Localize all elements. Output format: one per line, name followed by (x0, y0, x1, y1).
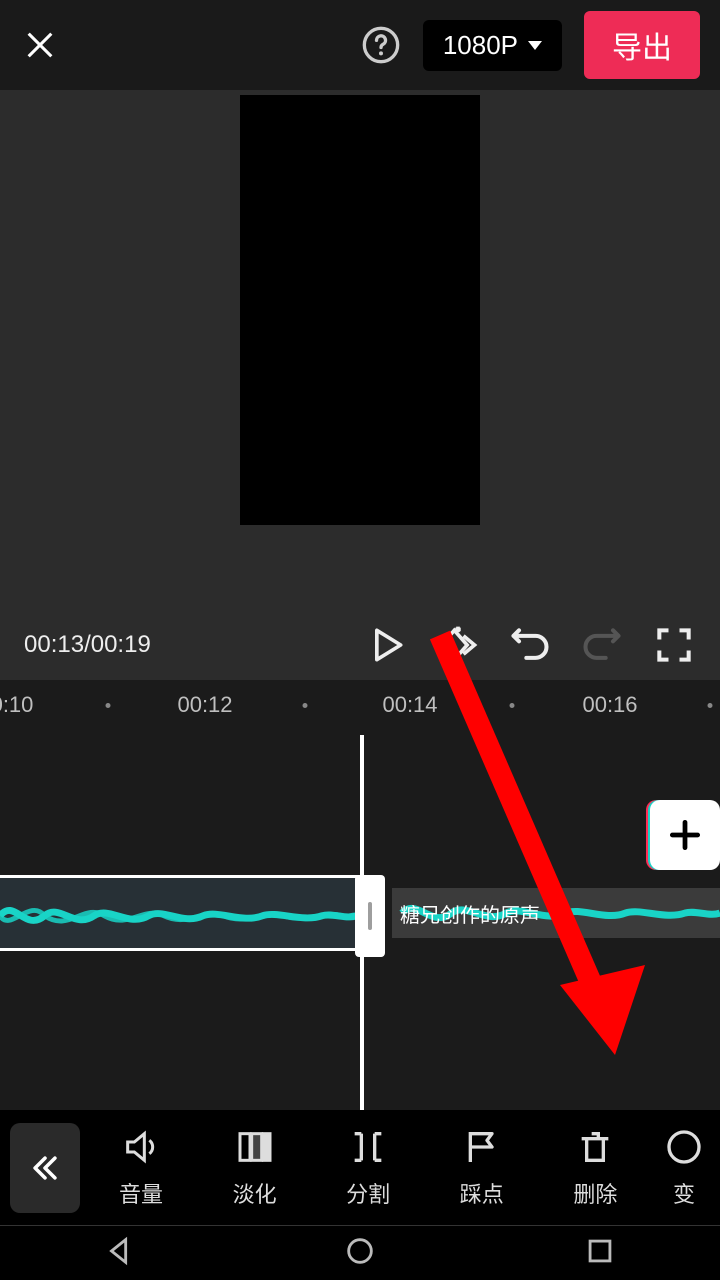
add-clip-button[interactable] (650, 800, 720, 870)
time-current: 00:13 (24, 631, 84, 658)
undo-button[interactable] (508, 623, 552, 667)
split-icon (348, 1127, 388, 1167)
nav-home-button[interactable] (343, 1234, 377, 1273)
tool-label: 踩点 (460, 1177, 504, 1209)
tool-split[interactable]: 分割 (323, 1127, 413, 1209)
tool-beat[interactable]: 踩点 (437, 1127, 527, 1209)
waveform-icon (0, 878, 357, 953)
tool-label: 音量 (119, 1177, 163, 1209)
time-display: 00:13/00:19 (24, 631, 336, 659)
tool-label: 变 (673, 1177, 695, 1209)
redo-button[interactable] (580, 623, 624, 667)
handle-grip-icon (368, 902, 372, 930)
help-button[interactable] (361, 25, 401, 65)
nav-recent-button[interactable] (583, 1234, 617, 1273)
keyframe-icon (436, 623, 480, 667)
fade-icon (235, 1127, 275, 1167)
play-button[interactable] (364, 623, 408, 667)
time-total: 00:19 (91, 631, 151, 658)
nav-home-icon (343, 1234, 377, 1268)
nav-back-button[interactable] (103, 1234, 137, 1273)
export-button[interactable]: 导出 (584, 11, 700, 79)
close-button[interactable] (20, 25, 60, 65)
plus-icon (666, 816, 704, 854)
player-controls: 00:13/00:19 (0, 610, 720, 680)
resolution-value: 1080P (443, 30, 518, 61)
tool-list: 音量 淡化 分割 (90, 1127, 710, 1209)
top-bar: 1080P 导出 (0, 0, 720, 90)
tool-label: 分割 (346, 1177, 390, 1209)
timeline[interactable]: 0:10 00:12 00:14 00:16 糖兄创作的原声 (0, 680, 720, 1110)
keyframe-button[interactable] (436, 623, 480, 667)
nav-recent-icon (583, 1234, 617, 1268)
fullscreen-icon (652, 623, 696, 667)
ruler-tick: 00:14 (382, 692, 437, 718)
nav-back-icon (103, 1234, 137, 1268)
video-preview-area (0, 90, 720, 610)
ruler-dot (708, 703, 713, 708)
ruler-dot (106, 703, 111, 708)
volume-icon (121, 1127, 161, 1167)
ruler-tick: 0:10 (0, 692, 33, 718)
flag-icon (462, 1127, 502, 1167)
tool-label: 淡化 (233, 1177, 277, 1209)
trash-icon (575, 1127, 615, 1167)
android-nav-bar (0, 1225, 720, 1280)
play-icon (364, 623, 408, 667)
help-icon (361, 25, 401, 65)
video-preview[interactable] (240, 95, 480, 525)
redo-icon (580, 623, 624, 667)
ruler-dot (510, 703, 515, 708)
tool-label: 删除 (573, 1177, 617, 1209)
timeline-ruler: 0:10 00:12 00:14 00:16 (0, 680, 720, 730)
chevron-down-icon (528, 41, 542, 50)
tool-delete[interactable]: 删除 (550, 1127, 640, 1209)
tool-change[interactable]: 变 (664, 1127, 704, 1209)
tool-volume[interactable]: 音量 (96, 1127, 186, 1209)
export-label: 导出 (612, 32, 672, 65)
tool-strip: 音量 淡化 分割 (0, 1110, 720, 1225)
audio-clip-selected[interactable] (0, 875, 360, 951)
chevrons-left-icon (28, 1151, 62, 1185)
top-bar-right: 1080P 导出 (361, 11, 700, 79)
ruler-dot (303, 703, 308, 708)
tool-fade[interactable]: 淡化 (210, 1127, 300, 1209)
audio-clip-next[interactable]: 糖兄创作的原声 (392, 888, 720, 938)
ruler-tick: 00:16 (582, 692, 637, 718)
resolution-select[interactable]: 1080P (423, 20, 562, 71)
undo-icon (508, 623, 552, 667)
ruler-tick: 00:12 (177, 692, 232, 718)
fullscreen-button[interactable] (652, 623, 696, 667)
adjust-icon (664, 1127, 704, 1167)
tools-back-button[interactable] (10, 1123, 80, 1213)
timeline-playhead[interactable] (360, 735, 364, 1110)
close-icon (23, 28, 57, 62)
audio-clip-label: 糖兄创作的原声 (400, 899, 540, 928)
